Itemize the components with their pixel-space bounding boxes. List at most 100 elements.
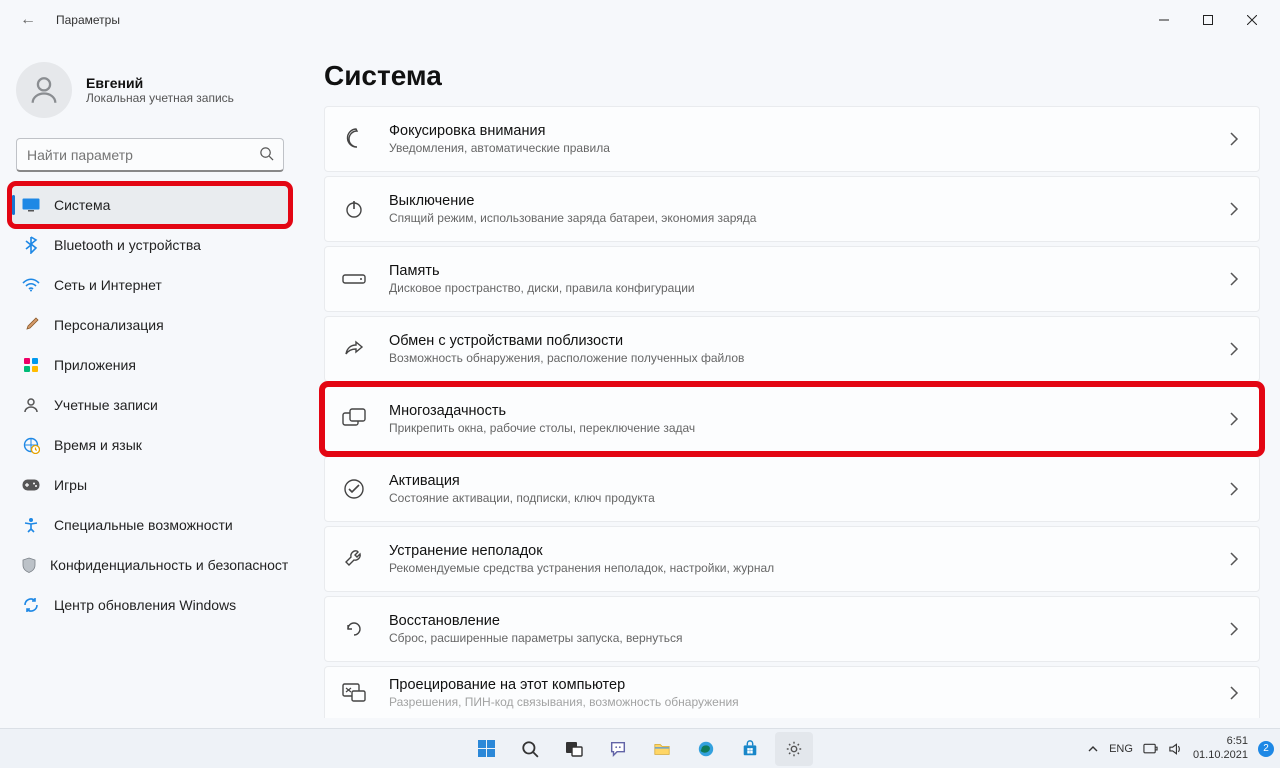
- card-0[interactable]: Фокусировка внимания Уведомления, автомат…: [324, 106, 1260, 172]
- card-6[interactable]: Устранение неполадок Рекомендуемые средст…: [324, 526, 1260, 592]
- store-button[interactable]: [731, 732, 769, 766]
- project-icon: [339, 678, 369, 708]
- card-8[interactable]: Проецирование на этот компьютерРазрешени…: [324, 666, 1260, 718]
- card-title: Многозадачность: [389, 403, 1229, 419]
- profile-name: Евгений: [86, 75, 234, 91]
- sidebar-item-label: Приложения: [54, 357, 136, 373]
- settings-cards: Фокусировка внимания Уведомления, автомат…: [324, 106, 1260, 712]
- storage-icon: [339, 264, 369, 294]
- check-icon: [339, 474, 369, 504]
- sidebar-item-label: Центр обновления Windows: [54, 597, 236, 613]
- profile-subtitle: Локальная учетная запись: [86, 91, 234, 105]
- card-4[interactable]: Многозадачность Прикрепить окна, рабочие …: [324, 386, 1260, 452]
- accessibility-icon: [22, 516, 40, 534]
- bluetooth-icon: [22, 236, 40, 254]
- window-title: Параметры: [56, 13, 120, 27]
- sidebar-item-1[interactable]: Bluetooth и устройства: [12, 226, 288, 264]
- gamepad-icon: [22, 476, 40, 494]
- sidebar-item-7[interactable]: Игры: [12, 466, 288, 504]
- card-subtitle: Дисковое пространство, диски, правила ко…: [389, 281, 1229, 295]
- display-icon: [22, 196, 40, 214]
- card-subtitle: Разрешения, ПИН-код связывания, возможно…: [389, 695, 1229, 709]
- start-button[interactable]: [467, 732, 505, 766]
- sidebar-item-6[interactable]: Время и язык: [12, 426, 288, 464]
- sidebar: Евгений Локальная учетная запись Система…: [0, 40, 300, 728]
- chevron-right-icon: [1229, 202, 1239, 216]
- tray-network-icon[interactable]: [1143, 742, 1158, 756]
- card-7[interactable]: Восстановление Сброс, расширенные парамет…: [324, 596, 1260, 662]
- power-icon: [339, 194, 369, 224]
- sidebar-item-8[interactable]: Специальные возможности: [12, 506, 288, 544]
- chevron-right-icon: [1229, 342, 1239, 356]
- explorer-button[interactable]: [643, 732, 681, 766]
- globe-clock-icon: [22, 436, 40, 454]
- back-button[interactable]: ←: [16, 11, 40, 29]
- sidebar-item-4[interactable]: Приложения: [12, 346, 288, 384]
- card-title: Активация: [389, 473, 1229, 489]
- tray-notifications-badge[interactable]: 2: [1258, 741, 1274, 757]
- sidebar-item-label: Игры: [54, 477, 87, 493]
- page-title: Система: [324, 60, 1260, 92]
- avatar-icon: [16, 62, 72, 118]
- sidebar-item-3[interactable]: Персонализация: [12, 306, 288, 344]
- tray-time: 6:51: [1193, 735, 1248, 748]
- tray-volume-icon[interactable]: [1168, 742, 1183, 756]
- sidebar-item-label: Bluetooth и устройства: [54, 237, 201, 253]
- tray-language[interactable]: ENG: [1109, 743, 1133, 755]
- taskbar: ENG 6:51 01.10.2021 2: [0, 728, 1280, 768]
- brush-icon: [22, 316, 40, 334]
- edge-button[interactable]: [687, 732, 725, 766]
- card-title: Выключение: [389, 193, 1229, 209]
- person-icon: [22, 396, 40, 414]
- sidebar-item-label: Конфиденциальность и безопасность: [50, 557, 288, 573]
- sidebar-item-label: Время и язык: [54, 437, 142, 453]
- card-2[interactable]: Память Дисковое пространство, диски, прав…: [324, 246, 1260, 312]
- close-button[interactable]: [1230, 4, 1274, 36]
- maximize-button[interactable]: [1186, 4, 1230, 36]
- moon-icon: [339, 124, 369, 154]
- card-subtitle: Сброс, расширенные параметры запуска, ве…: [389, 631, 1229, 645]
- shield-icon: [22, 556, 36, 574]
- search-input[interactable]: [16, 138, 284, 172]
- sidebar-item-10[interactable]: Центр обновления Windows: [12, 586, 288, 624]
- taskbar-center: [467, 732, 813, 766]
- settings-button[interactable]: [775, 732, 813, 766]
- card-3[interactable]: Обмен с устройствами поблизости Возможнос…: [324, 316, 1260, 382]
- sidebar-item-2[interactable]: Сеть и Интернет: [12, 266, 288, 304]
- sidebar-item-label: Учетные записи: [54, 397, 158, 413]
- search-box: [16, 138, 284, 172]
- profile-block[interactable]: Евгений Локальная учетная запись: [12, 56, 288, 130]
- taskbar-search-button[interactable]: [511, 732, 549, 766]
- card-title: Устранение неполадок: [389, 543, 1229, 559]
- apps-icon: [22, 356, 40, 374]
- update-icon: [22, 596, 40, 614]
- sidebar-item-0[interactable]: Система: [12, 186, 288, 224]
- sidebar-item-5[interactable]: Учетные записи: [12, 386, 288, 424]
- sidebar-item-label: Специальные возможности: [54, 517, 233, 533]
- wifi-icon: [22, 276, 40, 294]
- card-subtitle: Состояние активации, подписки, ключ прод…: [389, 491, 1229, 505]
- card-subtitle: Рекомендуемые средства устранения непола…: [389, 561, 1229, 575]
- tray-datetime[interactable]: 6:51 01.10.2021: [1193, 735, 1248, 761]
- multitask-icon: [339, 404, 369, 434]
- tray-date: 01.10.2021: [1193, 749, 1248, 762]
- card-subtitle: Возможность обнаружения, расположение по…: [389, 351, 1229, 365]
- card-title: Память: [389, 263, 1229, 279]
- share-icon: [339, 334, 369, 364]
- card-title: Обмен с устройствами поблизости: [389, 333, 1229, 349]
- chat-button[interactable]: [599, 732, 637, 766]
- card-1[interactable]: ВыключениеСпящий режим, использование за…: [324, 176, 1260, 242]
- chevron-right-icon: [1229, 552, 1239, 566]
- task-view-button[interactable]: [555, 732, 593, 766]
- sidebar-item-9[interactable]: Конфиденциальность и безопасность: [12, 546, 288, 584]
- card-title: Восстановление: [389, 613, 1229, 629]
- minimize-button[interactable]: [1142, 4, 1186, 36]
- card-subtitle: Уведомления, автоматические правила: [389, 141, 1229, 155]
- chevron-right-icon: [1229, 686, 1239, 700]
- card-title: Фокусировка внимания: [389, 123, 1229, 139]
- sidebar-item-label: Система: [54, 197, 110, 213]
- card-subtitle: Прикрепить окна, рабочие столы, переключ…: [389, 421, 1229, 435]
- card-5[interactable]: Активация Состояние активации, подписки, …: [324, 456, 1260, 522]
- tray-chevron-icon[interactable]: [1087, 743, 1099, 755]
- recovery-icon: [339, 614, 369, 644]
